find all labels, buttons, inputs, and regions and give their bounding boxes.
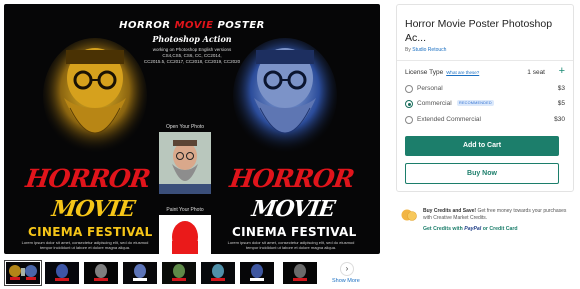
radio-commercial[interactable] (405, 100, 413, 108)
gallery-thumbnail[interactable] (123, 262, 157, 284)
poster-title-word: MOVIE (174, 20, 214, 31)
license-type: License Type What are these? (405, 69, 479, 76)
divider (397, 60, 573, 61)
credits-promo: Buy Credits and Save! Get free money tow… (423, 208, 575, 222)
coins-icon (401, 208, 417, 222)
open-photo-step: Open Your Photo (156, 124, 214, 194)
license-option-price: $5 (557, 100, 565, 107)
product-page: HORROR MOVIE POSTER Photoshop Action wor… (0, 0, 580, 289)
by-prefix: By (405, 47, 411, 53)
add-seat-icon[interactable]: + (559, 65, 565, 77)
poster-face-right (226, 38, 344, 158)
poster-lorem-left: Lorem ipsum dolor sit amet, consectetur … (21, 240, 149, 250)
paint-photo-step: Paint Your Photo (156, 207, 214, 254)
license-option-extended[interactable]: Extended Commercial $30 (405, 115, 565, 127)
credits-headline: Buy Credits and Save! (423, 208, 477, 214)
poster-title-word: HORROR (119, 20, 171, 31)
radio-extended[interactable] (405, 116, 413, 124)
radio-personal[interactable] (405, 85, 413, 93)
poster-festival-left: CINEMA FESTIVAL (28, 225, 153, 239)
license-option-price: $3 (557, 85, 565, 92)
get-credits-link[interactable]: Get Credits with PayPal or Credit Card (423, 226, 518, 232)
poster-festival-right: CINEMA FESTIVAL (232, 225, 357, 239)
poster-title-word: POSTER (217, 20, 265, 31)
seat-count: 1 seat (527, 69, 545, 76)
license-option-price: $30 (554, 116, 565, 123)
credits-link-prefix: Get Credits with (423, 226, 463, 232)
license-option-label: Extended Commercial (417, 116, 481, 123)
license-option-label: Commercial (417, 100, 452, 107)
product-byline: By Studio Retouch (405, 47, 446, 53)
poster-horror-left: HORROR (23, 164, 152, 193)
license-help-link[interactable]: What are these? (446, 70, 479, 75)
poster-lorem-right: Lorem ipsum dolor sit amet, consectetur … (227, 240, 355, 250)
painted-photo (159, 215, 211, 254)
gallery-thumbnail[interactable] (45, 262, 79, 284)
poster-title: HORROR MOVIE POSTER (4, 20, 380, 31)
license-type-label: License Type (405, 69, 444, 76)
buy-now-button[interactable]: Buy Now (405, 163, 559, 184)
credits-link-suffix: or Credit Card (482, 226, 518, 232)
purchase-panel: Horror Movie Poster Photoshop Ac... By S… (396, 4, 574, 192)
chevron-right-icon[interactable]: › (340, 262, 354, 276)
poster-face-left (36, 38, 154, 158)
poster-horror-right: HORROR (227, 164, 356, 193)
open-photo-label: Open Your Photo (165, 124, 205, 130)
paint-photo-label: Paint Your Photo (166, 207, 204, 213)
add-to-cart-button[interactable]: Add to Cart (405, 136, 559, 156)
gallery-thumbnail[interactable] (240, 262, 274, 284)
author-link[interactable]: Studio Retouch (412, 47, 446, 53)
gallery-thumbnail[interactable] (4, 260, 42, 286)
product-preview-image[interactable]: HORROR MOVIE POSTER Photoshop Action wor… (4, 4, 380, 254)
sample-photo (159, 132, 211, 194)
license-option-commercial[interactable]: Commercial RECOMMENDED $5 (405, 99, 565, 111)
recommended-badge: RECOMMENDED (457, 100, 494, 106)
show-more-link[interactable]: Show More (332, 278, 360, 284)
license-option-personal[interactable]: Personal $3 (405, 84, 565, 96)
gallery-thumbnail[interactable] (84, 262, 118, 284)
product-title: Horror Movie Poster Photoshop Ac... (405, 18, 553, 44)
license-option-label: Personal (417, 85, 443, 92)
gallery-thumbnail[interactable] (283, 262, 317, 284)
gallery-thumbnail[interactable] (162, 262, 196, 284)
poster-movie-right: MOVIE (250, 196, 337, 222)
gallery-thumbnail[interactable] (201, 262, 235, 284)
paypal-label: PayPal (464, 226, 482, 232)
poster-movie-left: MOVIE (50, 196, 137, 222)
